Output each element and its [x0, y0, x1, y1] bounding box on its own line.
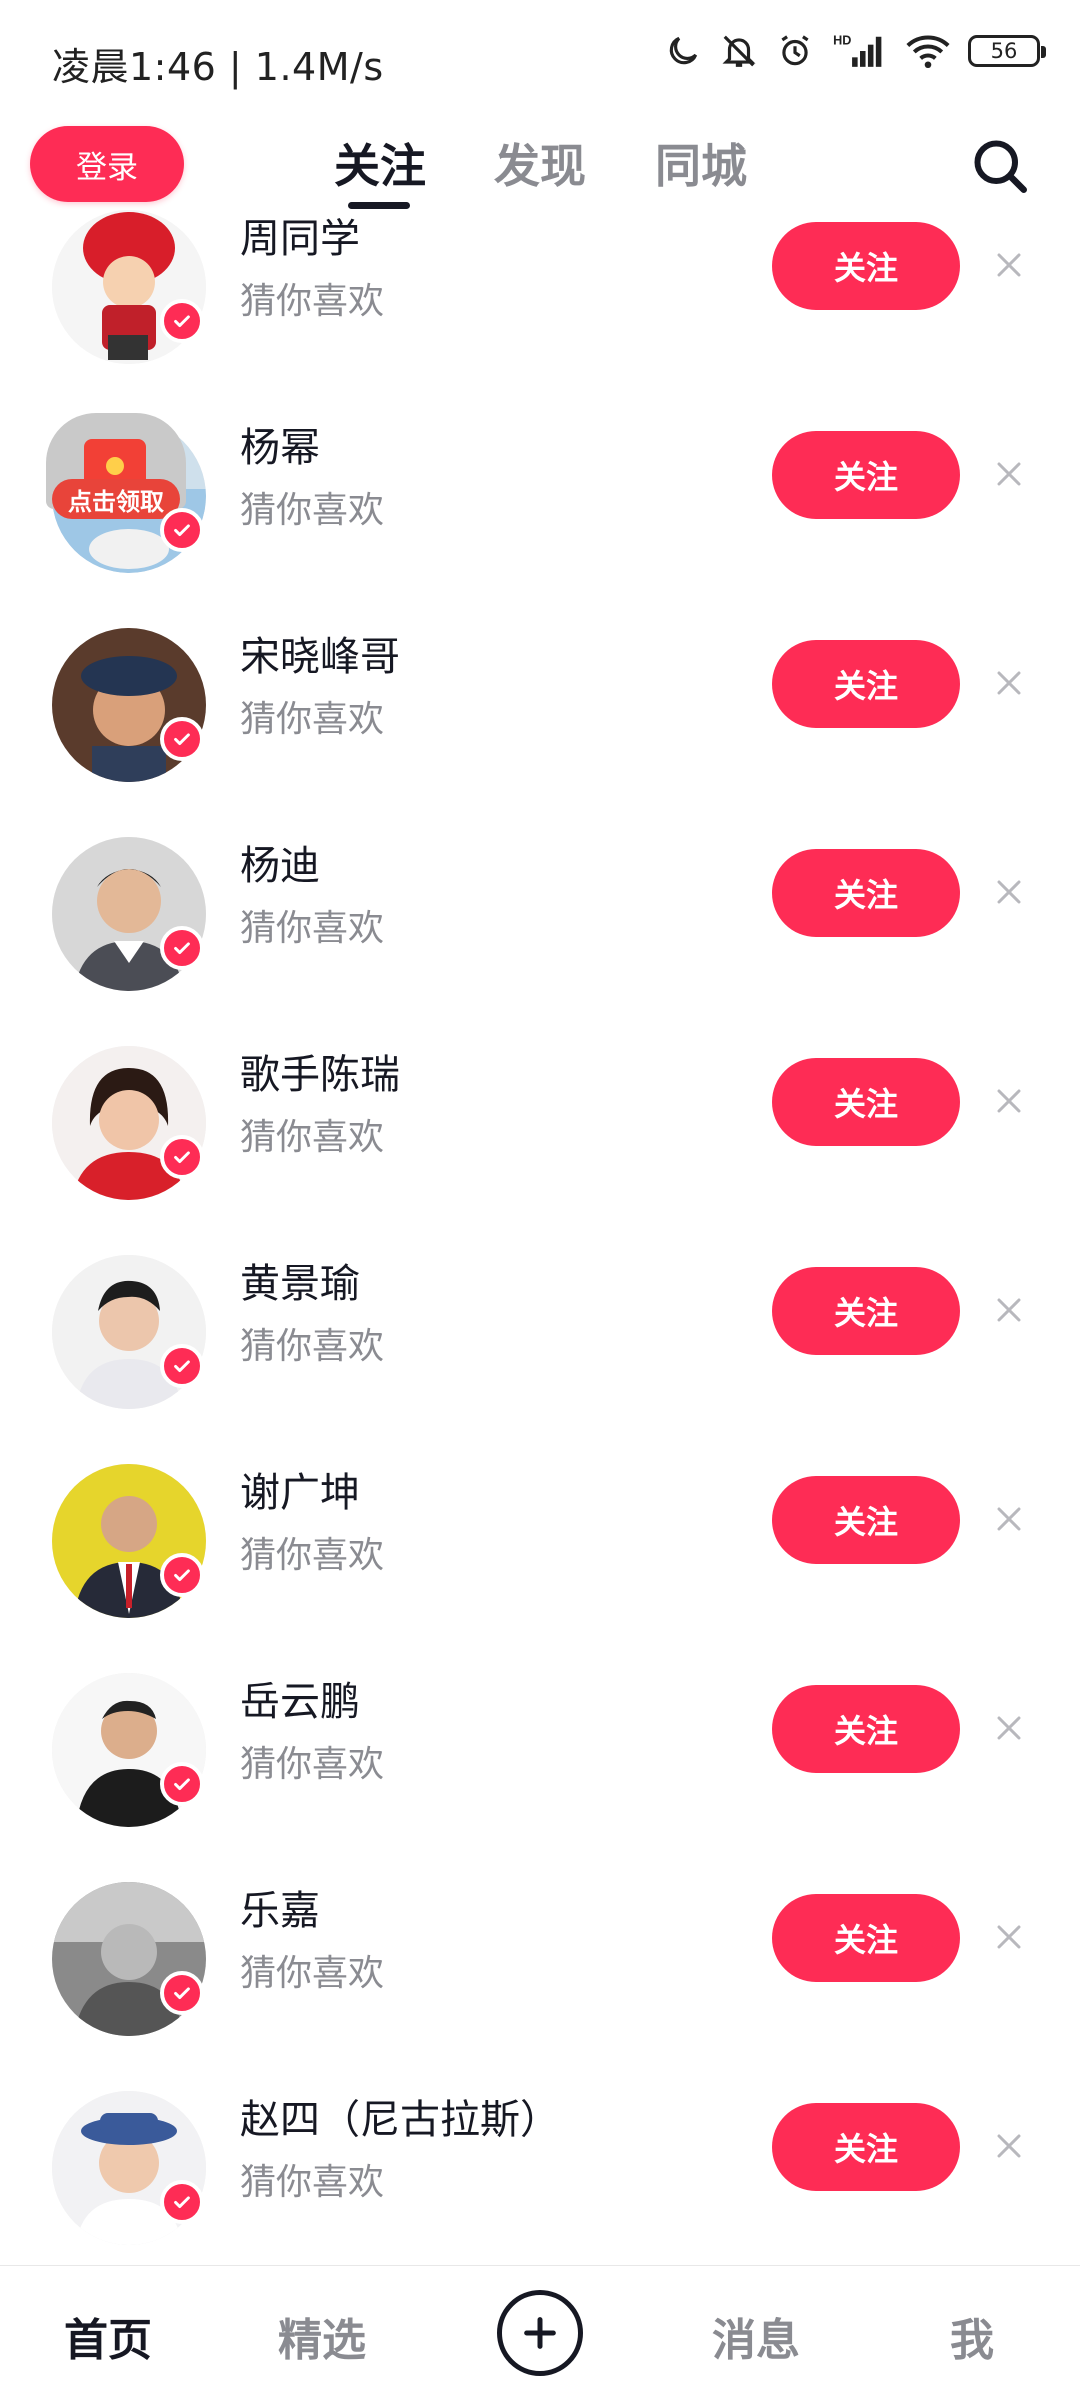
verified-badge-icon	[160, 508, 204, 552]
list-item[interactable]: 黄景瑜 猜你喜欢 关注	[0, 1239, 1080, 1448]
nav-featured[interactable]: 精选	[278, 2304, 366, 2368]
search-icon[interactable]	[970, 136, 1030, 196]
list-item[interactable]: 杨迪 猜你喜欢 关注	[0, 821, 1080, 1030]
list-item[interactable]: 赵四（尼古拉斯） 猜你喜欢 关注	[0, 2075, 1080, 2265]
status-icons: HD 56	[664, 32, 1046, 70]
user-name: 杨迪	[240, 843, 320, 889]
mute-bell-icon	[722, 35, 756, 67]
tab-discover[interactable]: 发现	[494, 130, 586, 196]
dismiss-icon[interactable]	[984, 449, 1034, 499]
user-name: 谢广坤	[240, 1470, 360, 1516]
verified-badge-icon	[160, 717, 204, 761]
login-button[interactable]: 登录	[30, 126, 184, 202]
user-name: 岳云鹏	[240, 1679, 360, 1725]
user-name: 宋晓峰哥	[240, 634, 400, 680]
tab-follow[interactable]: 关注	[334, 130, 426, 196]
bottom-nav: 首页 精选 消息 我	[0, 2265, 1080, 2401]
user-name: 周同学	[240, 216, 360, 262]
promo-card[interactable]: 点击领取	[46, 413, 186, 519]
verified-badge-icon	[160, 1762, 204, 1806]
user-name: 乐嘉	[240, 1888, 320, 1934]
list-item[interactable]: 谢广坤 猜你喜欢 关注	[0, 1448, 1080, 1657]
dismiss-icon[interactable]	[984, 1285, 1034, 1335]
dismiss-icon[interactable]	[984, 1494, 1034, 1544]
follow-button[interactable]: 关注	[772, 640, 960, 728]
follow-button[interactable]: 关注	[772, 1058, 960, 1146]
alarm-icon	[781, 35, 809, 66]
suggest-reason: 猜你喜欢	[240, 1535, 385, 1576]
svg-text:HD: HD	[833, 34, 851, 48]
verified-badge-icon	[160, 299, 204, 343]
list-item[interactable]: 歌手陈瑞 猜你喜欢 关注	[0, 1030, 1080, 1239]
suggest-reason: 猜你喜欢	[240, 1744, 385, 1785]
follow-button[interactable]: 关注	[772, 1685, 960, 1773]
dismiss-icon[interactable]	[984, 1076, 1034, 1126]
signal-icon: HD	[833, 34, 882, 67]
suggest-reason: 猜你喜欢	[240, 490, 385, 531]
verified-badge-icon	[160, 1553, 204, 1597]
follow-button[interactable]: 关注	[772, 849, 960, 937]
suggest-reason: 猜你喜欢	[240, 1953, 385, 1994]
suggest-reason: 猜你喜欢	[240, 1117, 385, 1158]
user-name: 黄景瑜	[240, 1261, 360, 1307]
user-name: 歌手陈瑞	[240, 1052, 400, 1098]
follow-button[interactable]: 关注	[772, 431, 960, 519]
dismiss-icon[interactable]	[984, 1703, 1034, 1753]
promo-label[interactable]: 点击领取	[52, 479, 180, 519]
list-item[interactable]: 宋晓峰哥 猜你喜欢 关注	[0, 612, 1080, 821]
suggest-reason: 猜你喜欢	[240, 699, 385, 740]
battery-indicator: 56	[968, 35, 1046, 67]
wifi-icon	[906, 35, 950, 69]
verified-badge-icon	[160, 1971, 204, 2015]
dismiss-icon[interactable]	[984, 1912, 1034, 1962]
list-item[interactable]: 周同学 猜你喜欢 关注	[0, 210, 1080, 403]
moon-icon	[669, 36, 698, 65]
dismiss-icon[interactable]	[984, 658, 1034, 708]
list-item[interactable]: 岳云鹏 猜你喜欢 关注	[0, 1657, 1080, 1866]
suggest-reason: 猜你喜欢	[240, 281, 385, 322]
follow-button[interactable]: 关注	[772, 1267, 960, 1355]
suggest-reason: 猜你喜欢	[240, 1326, 385, 1367]
follow-button[interactable]: 关注	[772, 1894, 960, 1982]
user-name: 杨幂	[240, 425, 320, 471]
dismiss-icon[interactable]	[984, 867, 1034, 917]
nav-me[interactable]: 我	[950, 2304, 994, 2368]
nav-messages[interactable]: 消息	[712, 2304, 800, 2368]
verified-badge-icon	[160, 1344, 204, 1388]
follow-button[interactable]: 关注	[772, 1476, 960, 1564]
suggest-reason: 猜你喜欢	[240, 2162, 385, 2203]
follow-button[interactable]: 关注	[772, 2103, 960, 2191]
verified-badge-icon	[160, 2180, 204, 2224]
tab-local[interactable]: 同城	[655, 130, 747, 196]
dismiss-icon[interactable]	[984, 240, 1034, 290]
list-item[interactable]: 点击领取 杨幂 猜你喜欢 关注	[0, 403, 1080, 612]
follow-button[interactable]: 关注	[772, 222, 960, 310]
verified-badge-icon	[160, 926, 204, 970]
top-header: 登录 关注 发现 同城	[0, 120, 1080, 220]
suggested-users-list[interactable]: 周同学 猜你喜欢 关注 点击领取 杨幂 猜你喜欢 关注 宋晓峰哥 猜你喜欢 关注	[0, 210, 1080, 2265]
suggest-reason: 猜你喜欢	[240, 908, 385, 949]
active-tab-indicator	[348, 202, 410, 209]
dismiss-icon[interactable]	[984, 2121, 1034, 2171]
list-item[interactable]: 乐嘉 猜你喜欢 关注	[0, 1866, 1080, 2075]
user-name: 赵四（尼古拉斯）	[240, 2097, 560, 2143]
nav-home[interactable]: 首页	[64, 2304, 152, 2368]
status-bar: 凌晨1:46 | 1.4M/s HD 56	[0, 0, 1080, 120]
status-time-speed: 凌晨1:46 | 1.4M/s	[52, 45, 384, 89]
create-plus-icon[interactable]	[497, 2290, 583, 2376]
verified-badge-icon	[160, 1135, 204, 1179]
